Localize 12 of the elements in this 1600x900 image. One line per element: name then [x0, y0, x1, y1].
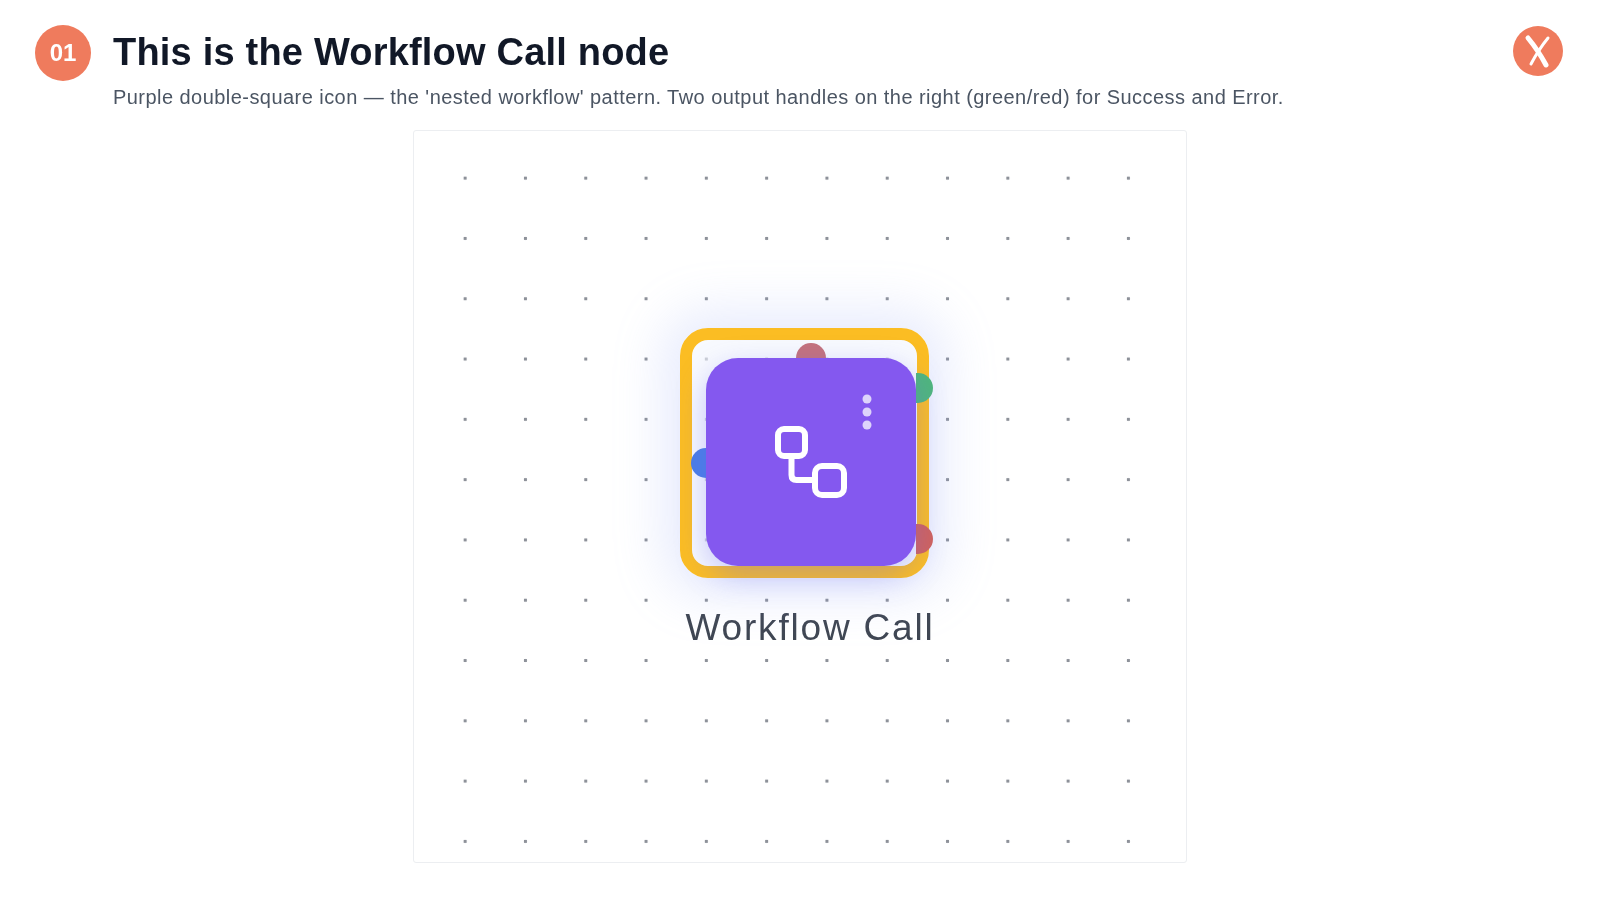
more-options-icon[interactable] — [862, 394, 872, 430]
node-label: Workflow Call — [685, 606, 935, 650]
workflow-call-node[interactable] — [706, 358, 916, 566]
linked-squares-icon — [775, 426, 847, 498]
connection-handle[interactable] — [796, 343, 826, 358]
slide-subtitle: Purple double-square icon — the 'nested workflow' pattern. Two output handles on the right (green/red) for Success and Error. — [113, 85, 1284, 110]
connection-handle[interactable] — [691, 448, 706, 478]
slide-title: This is the Workflow Call node — [113, 30, 671, 75]
step-number-badge: 01 — [35, 25, 91, 81]
logo-icon — [1513, 26, 1563, 76]
connection-handle[interactable] — [916, 524, 933, 554]
connection-handle[interactable] — [916, 373, 933, 403]
